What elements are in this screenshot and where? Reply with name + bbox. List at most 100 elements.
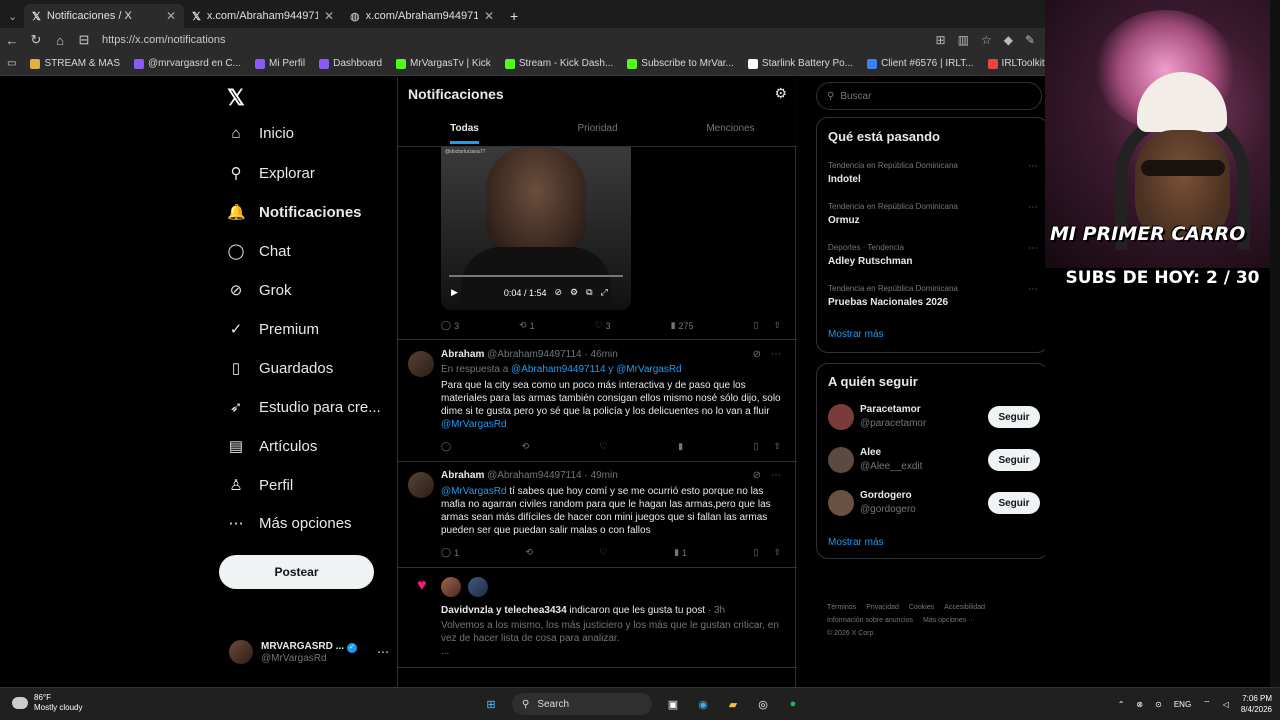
follow-button[interactable]: Seguir [988, 492, 1040, 514]
tweet-author-name[interactable]: Abraham [441, 349, 484, 360]
bookmark-item[interactable]: Dashboard [312, 58, 389, 69]
taskbar-search[interactable]: ⚲ Search [512, 693, 652, 715]
tweet-time[interactable]: · 49min [584, 470, 617, 481]
views-button[interactable]: ▮ 1 [674, 547, 687, 558]
share-icon[interactable]: ⇧ [773, 441, 781, 452]
play-icon[interactable]: ▶ [451, 287, 458, 298]
bookmark-item[interactable]: Mi Perfil [248, 58, 312, 69]
like-button[interactable]: ♡ 3 [595, 320, 611, 331]
more-icon[interactable]: ⋯ [1028, 161, 1038, 172]
bookmark-item[interactable]: @mrvargasrd en C... [127, 58, 248, 69]
likers[interactable]: Davidvnzla y telechea3434 [441, 605, 567, 616]
trends-show-more[interactable]: Mostrar más [828, 329, 884, 340]
tab-list-dropdown[interactable]: ⌄ [0, 4, 24, 28]
site-info-icon[interactable]: ⊟ [72, 32, 96, 48]
share-icon[interactable]: ⇧ [773, 320, 781, 331]
nav-item-premium[interactable]: ✓ Premium [227, 320, 319, 339]
suggestion-name[interactable]: Paracetamor [860, 404, 921, 415]
language-indicator[interactable]: ENG [1174, 700, 1191, 709]
more-icon[interactable]: ⋯ [1028, 284, 1038, 295]
footer-link[interactable]: Accesibilidad [944, 604, 985, 611]
bookmarks-menu-icon[interactable]: ▭ [0, 58, 23, 69]
nav-item-guardados[interactable]: ▯ Guardados [227, 359, 333, 378]
grok-icon[interactable]: ⊘ [753, 470, 761, 481]
trend-item[interactable]: Tendencia en República Dominicana Indotel… [828, 161, 1038, 185]
reply-button[interactable]: ◯ 3 [441, 320, 459, 331]
reply-button[interactable]: ◯ [441, 441, 451, 452]
tweet-author-name[interactable]: Abraham [441, 470, 484, 481]
more-icon[interactable]: ⋯ [1028, 243, 1038, 254]
avatar[interactable] [828, 447, 854, 473]
new-tab-button[interactable]: + [502, 4, 526, 28]
bookmark-action[interactable]: ▯ ⇧ [754, 547, 782, 558]
follow-suggestion[interactable]: Alee @Alee__exdit Seguir [828, 447, 1040, 477]
avatar[interactable] [828, 490, 854, 516]
tab-prioridad[interactable]: Prioridad [531, 115, 664, 147]
refresh-icon[interactable]: ↻ [24, 32, 48, 48]
bookmark-item[interactable]: Client #6576 | IRLT... [860, 58, 980, 69]
footer-link[interactable]: Privacidad [866, 604, 899, 611]
settings-icon[interactable]: ⚙ [570, 287, 578, 298]
scrollbar[interactable] [1270, 0, 1280, 687]
like-button[interactable]: ♡ [600, 441, 608, 452]
suggestion-name[interactable]: Alee [860, 447, 881, 458]
video-progress-bar[interactable] [449, 275, 623, 277]
close-icon[interactable]: ✕ [484, 9, 494, 23]
file-explorer-icon[interactable]: ▰ [724, 695, 742, 713]
like-button[interactable]: ♡ [600, 547, 608, 558]
mute-icon[interactable]: ⊘ [554, 287, 562, 298]
avatar[interactable] [441, 577, 461, 597]
clock[interactable]: 7:06 PM 8/4/2026 [1241, 693, 1272, 715]
nav-item-perfil[interactable]: ♙ Perfil [227, 476, 293, 495]
nav-item-inicio[interactable]: ⌂ Inicio [227, 125, 294, 142]
bookmark-item[interactable]: MrVargasTv | Kick [389, 58, 498, 69]
gear-icon[interactable]: ⚙ [774, 85, 787, 102]
bookmark-item[interactable]: Starlink Battery Po... [741, 58, 860, 69]
like-notification[interactable]: ♥ Davidvnzla y telechea3434 indicaron qu… [398, 577, 797, 662]
nav-item-artículos[interactable]: ▤ Artículos [227, 437, 317, 456]
network-tray-icon[interactable]: ⊗ [1136, 700, 1143, 709]
footer-link[interactable]: Más opciones ··· [923, 617, 975, 624]
search-input[interactable]: ⚲ Buscar [816, 82, 1042, 110]
video-player[interactable]: @doctorluciana77 ▶ 0:04 / 1:54 ⊘ ⚙ ⧉ ⤢ [441, 147, 631, 310]
mention-link[interactable]: @MrVargasRd [441, 486, 507, 497]
avatar[interactable] [828, 404, 854, 430]
repost-button[interactable]: ⟲ [526, 547, 534, 558]
bookmark-item[interactable]: STREAM & MAS [23, 58, 127, 69]
bookmark-item[interactable]: IRLToolkit • Dashb... [981, 58, 1045, 69]
avatar[interactable] [468, 577, 488, 597]
favorite-star-icon[interactable]: ☆ [981, 33, 992, 47]
mention-link[interactable]: @MrVargasRd [441, 419, 507, 430]
x-logo-icon[interactable]: 𝕏 [227, 85, 245, 111]
windows-start-icon[interactable]: ⊞ [482, 695, 500, 713]
footer-link[interactable]: Términos [827, 604, 856, 611]
reply-to-link[interactable]: @Abraham94497114 y @MrVargasRd [511, 364, 682, 375]
extension-icon[interactable]: ◆ [1004, 33, 1013, 47]
pip-icon[interactable]: ⧉ [586, 287, 592, 298]
tab-menciones[interactable]: Menciones [664, 115, 797, 147]
more-icon[interactable]: ⋯ [1028, 202, 1038, 213]
bookmark-action[interactable]: ▯ ⇧ [753, 320, 781, 331]
nav-item-notificaciones[interactable]: 🔔 Notificaciones [227, 203, 362, 222]
share-icon[interactable]: ⇧ [773, 547, 781, 558]
footer-link[interactable]: Información sobre anuncios [827, 617, 913, 624]
nav-item-estudio-para-cre[interactable]: ➶ Estudio para cre... [227, 398, 381, 417]
url-field[interactable]: https://x.com/notifications [102, 34, 936, 46]
trend-item[interactable]: Deportes · Tendencia Adley Rutschman ⋯ [828, 243, 1038, 267]
tweet-author-handle[interactable]: @Abraham94497114 [487, 470, 581, 481]
obs-icon[interactable]: ◎ [754, 695, 772, 713]
tweet-time[interactable]: · 46min [584, 349, 617, 360]
account-switcher[interactable]: MRVARGASRD ... ✓ @MrVargasRd ⋯ [229, 640, 389, 664]
follow-button[interactable]: Seguir [988, 449, 1040, 471]
suggestion-name[interactable]: Gordogero [860, 490, 912, 501]
nav-item-explorar[interactable]: ⚲ Explorar [227, 164, 315, 183]
chevron-up-icon[interactable]: ⌃ [1118, 700, 1125, 709]
trend-item[interactable]: Tendencia en República Dominicana Ormuz ⋯ [828, 202, 1038, 226]
fullscreen-icon[interactable]: ⤢ [601, 287, 608, 298]
browser-tab-notifications[interactable]: 𝕏 Notificaciones / X ✕ [24, 4, 184, 28]
trend-item[interactable]: Tendencia en República Dominicana Pruebas… [828, 284, 1038, 308]
nav-item-más-opciones[interactable]: ⋯ Más opciones [227, 514, 352, 533]
avatar[interactable] [408, 472, 434, 498]
close-icon[interactable]: ✕ [166, 9, 176, 23]
follow-suggestion[interactable]: Paracetamor @paracetamor Seguir [828, 404, 1040, 434]
